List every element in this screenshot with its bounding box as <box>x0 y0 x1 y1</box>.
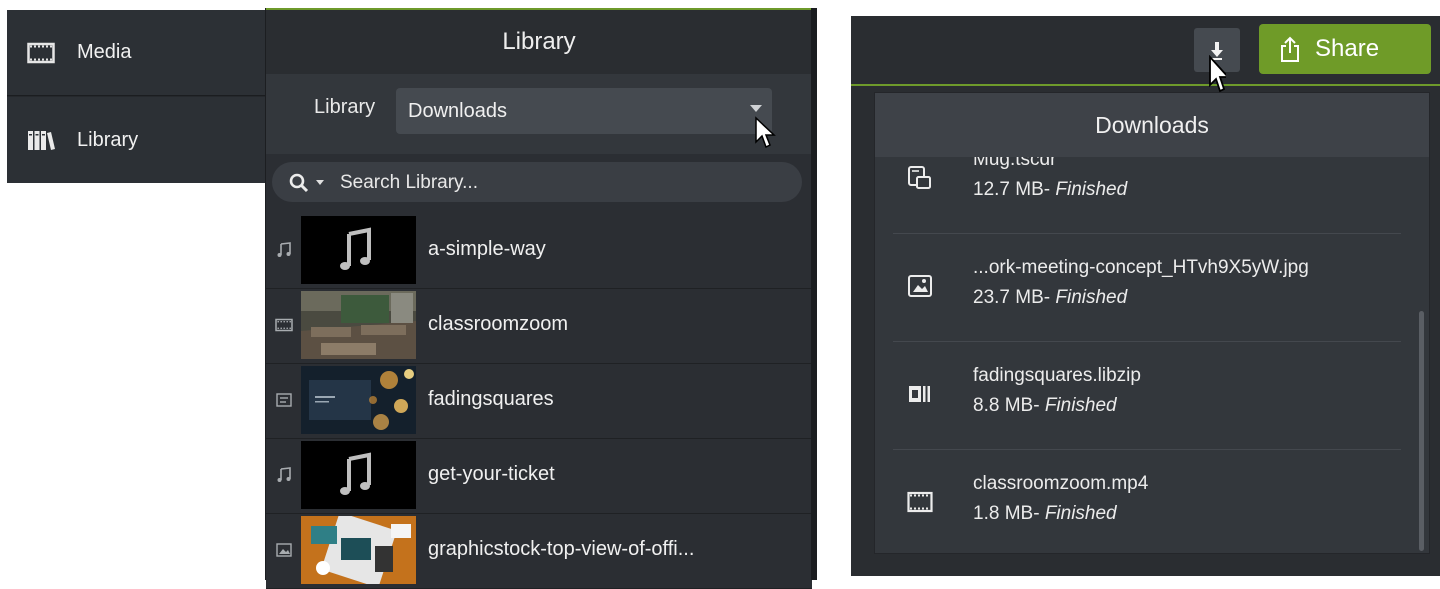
download-item[interactable]: Mug.tscdr 12.7 MB- Finished <box>875 157 1405 234</box>
downloads-popup: Downloads Mug.tscdr 12.7 MB- Finished ..… <box>874 92 1430 554</box>
download-meta: 8.8 MB- Finished <box>973 395 1117 417</box>
download-meta: 1.8 MB- Finished <box>973 503 1117 525</box>
image-icon <box>274 540 294 560</box>
list-item-name: graphicstock-top-view-of-offi... <box>428 538 695 560</box>
download-status: Finished <box>1044 395 1117 416</box>
music-note-icon <box>274 240 294 260</box>
download-status: Finished <box>1044 503 1117 524</box>
download-size: 23.7 MB <box>973 287 1044 308</box>
list-item-name: fadingsquares <box>428 388 554 410</box>
search-row: Search Library... <box>266 154 812 212</box>
mouse-cursor-icon <box>1209 55 1226 93</box>
download-meta: 12.7 MB- Finished <box>973 179 1127 201</box>
mouse-cursor-icon <box>755 116 776 149</box>
download-meta: 23.7 MB- Finished <box>973 287 1127 309</box>
side-tab-bar: Media Library <box>7 10 265 183</box>
film-icon <box>274 315 294 335</box>
share-button[interactable]: Share <box>1259 24 1431 74</box>
film-icon <box>905 487 935 517</box>
downloads-list: Mug.tscdr 12.7 MB- Finished ...ork-meeti… <box>875 157 1429 553</box>
download-status: Finished <box>1055 287 1128 308</box>
download-item[interactable]: ...ork-meeting-concept_HTvh9X5yW.jpg 23.… <box>875 235 1405 342</box>
divider <box>893 341 1401 342</box>
list-item[interactable]: graphicstock-top-view-of-offi... <box>266 514 812 589</box>
image-icon <box>905 271 935 301</box>
list-item-name: get-your-ticket <box>428 463 555 485</box>
library-selector-row: Library Downloads <box>266 74 812 154</box>
library-selector-label: Library <box>314 96 376 118</box>
film-icon <box>27 42 55 64</box>
title-thumbnail <box>301 366 416 434</box>
panel-divider <box>811 8 817 580</box>
download-item[interactable]: fadingsquares.libzip 8.8 MB- Finished <box>875 343 1405 450</box>
tab-media-label: Media <box>77 41 132 63</box>
list-item[interactable]: classroomzoom <box>266 289 812 364</box>
caption-icon <box>274 390 294 410</box>
video-thumbnail <box>301 291 416 359</box>
device-icon <box>905 163 935 193</box>
chevron-down-icon[interactable] <box>750 105 762 112</box>
list-item-name: classroomzoom <box>428 313 569 335</box>
library-list: a-simple-way classroomzoom fadingsquares <box>266 214 812 589</box>
tab-library[interactable]: Library <box>7 97 265 183</box>
music-note-icon <box>340 227 371 270</box>
download-separator: - <box>1043 287 1056 308</box>
download-separator: - <box>1033 395 1045 416</box>
top-toolbar: Share <box>851 16 1440 86</box>
download-file-name: ...ork-meeting-concept_HTvh9X5yW.jpg <box>973 257 1309 278</box>
share-icon <box>1281 36 1299 62</box>
list-item[interactable]: a-simple-way <box>266 214 812 289</box>
share-button-label: Share <box>1315 35 1380 62</box>
search-icon[interactable] <box>288 172 310 194</box>
search-placeholder: Search Library... <box>340 172 478 193</box>
download-size: 8.8 MB <box>973 395 1034 416</box>
download-file-name: fadingsquares.libzip <box>973 365 1141 386</box>
list-item[interactable]: get-your-ticket <box>266 439 812 514</box>
music-note-icon <box>340 452 371 495</box>
music-note-icon <box>274 465 294 485</box>
image-thumbnail <box>301 516 416 584</box>
download-status: Finished <box>1055 179 1128 200</box>
library-dropdown-value: Downloads <box>408 100 507 122</box>
library-title: Library <box>266 10 812 74</box>
books-icon <box>27 129 55 151</box>
divider <box>893 449 1401 450</box>
audio-thumbnail <box>301 441 416 509</box>
list-item[interactable]: fadingsquares <box>266 364 812 439</box>
download-size: 12.7 MB <box>973 179 1044 200</box>
search-options-caret-icon[interactable] <box>316 180 324 185</box>
tab-media[interactable]: Media <box>7 10 265 96</box>
downloads-title: Downloads <box>875 93 1429 157</box>
download-size: 1.8 MB <box>973 503 1034 524</box>
list-item-name: a-simple-way <box>428 238 546 260</box>
tab-library-label: Library <box>77 128 139 151</box>
library-dropdown[interactable]: Downloads <box>396 88 772 134</box>
library-panel: Library Library Downloads Search Library… <box>265 8 812 589</box>
download-item[interactable]: classroomzoom.mp4 1.8 MB- Finished <box>875 451 1405 553</box>
divider <box>893 233 1401 234</box>
search-input[interactable]: Search Library... <box>272 162 802 202</box>
library-asset-icon <box>905 379 935 409</box>
download-separator: - <box>1043 179 1056 200</box>
download-file-name: Mug.tscdr <box>973 157 1057 170</box>
download-file-name: classroomzoom.mp4 <box>973 473 1149 494</box>
scrollbar[interactable] <box>1419 311 1424 551</box>
download-separator: - <box>1033 503 1045 524</box>
audio-thumbnail <box>301 216 416 284</box>
